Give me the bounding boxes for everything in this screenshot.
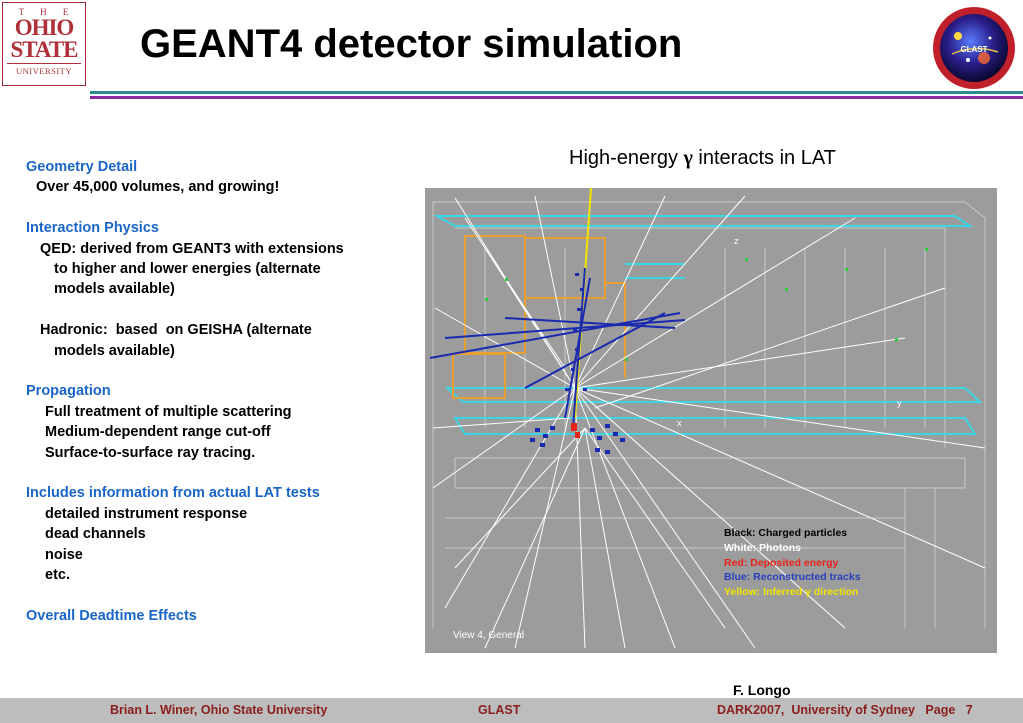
geometry-heading: Geometry Detail [26,159,138,175]
lat-item: dead channels [45,526,146,543]
caption-after: interacts in LAT [692,147,836,169]
qed-line-2: to higher and lower energies (alternate [54,261,321,278]
propagation-item: Surface-to-surface ray tracing. [45,444,256,461]
qed-line-1: QED: derived from GEANT3 with extensions [40,240,344,257]
caption-before: High-energy [569,147,684,169]
legend-charged: Black: Charged particles [724,527,848,539]
header-rule-teal [90,91,1023,94]
photon-tracks [432,195,986,649]
hadronic-line-1: Hadronic: based on GEISHA (alternate [40,322,312,339]
glast-logo-text: GLAST [960,45,987,54]
propagation-item: Medium-dependent range cut-off [45,424,271,441]
axis-y-label: y [897,398,902,408]
detector-wireframe [432,201,986,628]
geometry-text: Over 45,000 volumes, and growing! [36,179,280,196]
gamma-symbol: γ [683,147,693,169]
footer-event-page: DARK2007, University of Sydney Page 7 [717,703,973,717]
logo-university: UNIVERSITY [7,63,81,76]
lat-item: etc. [45,567,70,584]
axis-z-label: z [734,236,739,246]
page-title: GEANT4 detector simulation [140,22,683,66]
reconstructed-tracks [429,267,686,429]
deposited-energy [571,423,580,438]
axis-x-label: x [677,418,682,428]
hadronic-line-2: models available) [54,342,175,359]
deadtime-heading: Overall Deadtime Effects [26,607,197,624]
qed-line-3: models available) [54,281,175,298]
logo-state: STATE [10,37,78,62]
legend-reconstructed: Blue: Reconstructed tracks [724,571,861,584]
lat-heading: Includes information from actual LAT tes… [26,485,320,502]
glast-logo: GLAST [933,7,1015,89]
legend-inferred: Yellow: Inferred γ direction [724,586,859,599]
lat-item: noise [45,546,83,563]
legend-deposited: Red: Deposited energy [724,556,839,569]
footer-project: GLAST [478,703,521,717]
event-display-svg: z y x [429,188,986,649]
event-display: z y x [425,188,997,653]
calorimeter-hits [485,248,928,361]
figure-caption: High-energy γ interacts in LAT [569,147,836,170]
propagation-heading: Propagation [26,383,111,400]
lat-item: detailed instrument response [45,505,248,522]
header-rule-purple [90,96,1023,99]
footer-presenter: Brian L. Winer, Ohio State University [110,703,328,717]
author-credit: F. Longo [733,682,791,698]
view-label: View 4, General [453,630,524,641]
left-panel: Geometry Detail Over 45,000 volumes, and… [26,157,418,626]
propagation-item: Full treatment of multiple scattering [45,403,292,420]
ohio-state-logo: T H E OHIO STATE UNIVERSITY [2,2,86,86]
interaction-heading: Interaction Physics [26,220,159,237]
logo-ohio: OHIO [14,15,75,40]
figure-legend: Black: Charged particles White: Photons … [724,526,861,600]
footer-bar: Brian L. Winer, Ohio State University GL… [0,698,1023,723]
legend-photons: White: Photons [724,541,801,554]
